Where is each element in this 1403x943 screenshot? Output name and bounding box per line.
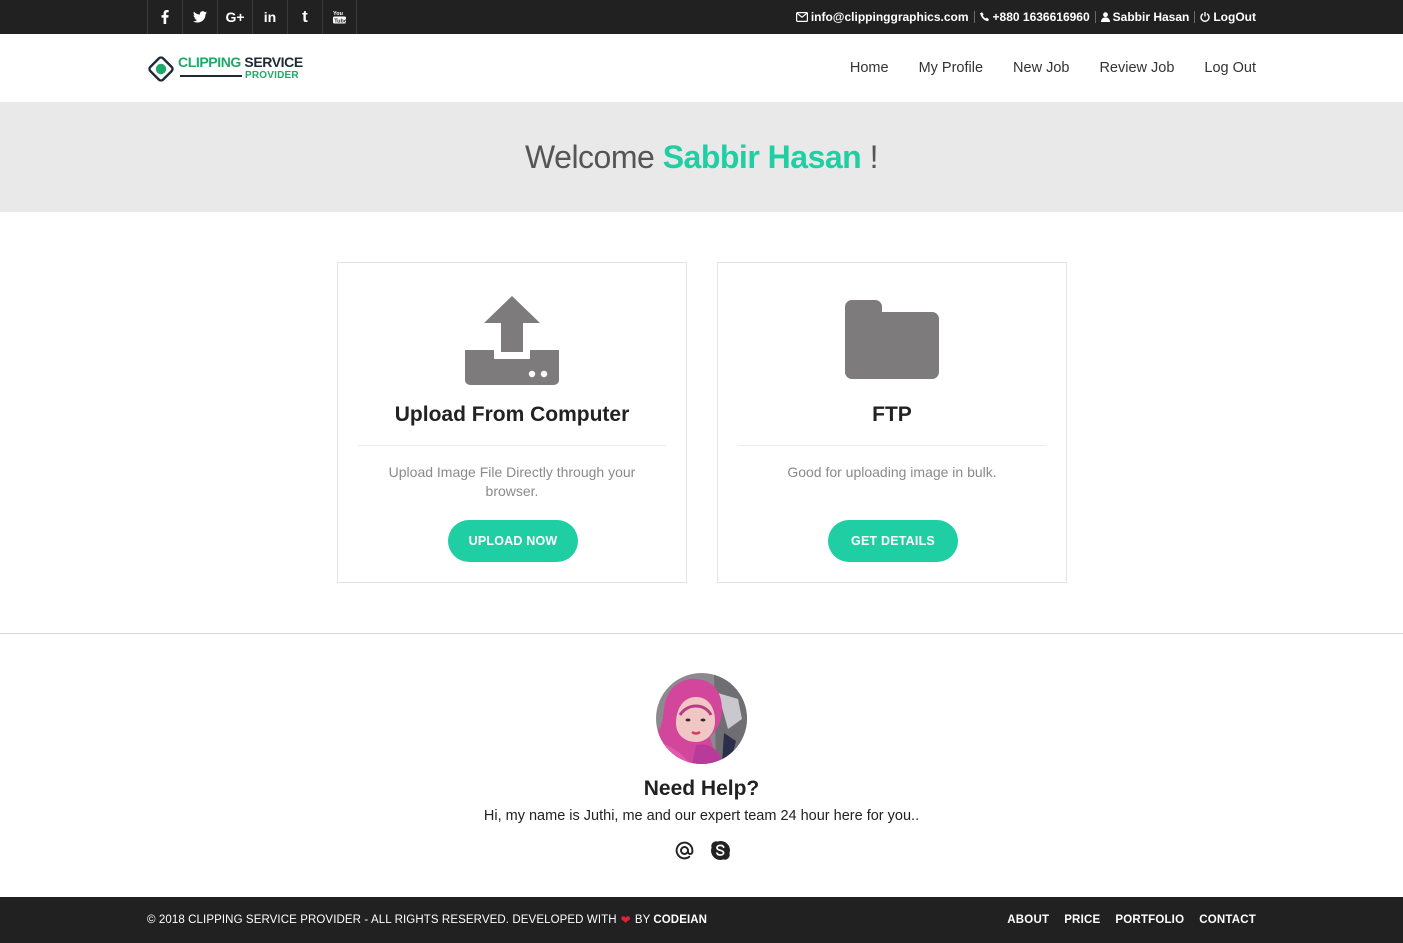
logo-mark-icon [148,56,174,82]
contact-divider [973,11,975,23]
contact-info: info@clippinggraphics.com +880 163661696… [795,0,1256,34]
top-bar: G+ in t You Tube info@clippinggraphics.co… [0,0,1403,34]
main-navbar: CLIPPING SERVICE PROVIDER Home My Profil… [0,34,1403,102]
ftp-card: FTP Good for uploading image in bulk. GE… [717,262,1067,583]
facebook-icon[interactable] [147,0,182,34]
developer-link[interactable]: CODEIAN [653,914,707,926]
skype-icon[interactable] [708,838,732,862]
nav-home[interactable]: Home [850,60,889,76]
help-title: Need Help? [643,777,760,800]
svg-text:You: You [333,11,343,17]
upload-now-button[interactable]: UPLOAD NOW [448,520,578,562]
card-divider [358,445,666,446]
upload-icon [338,296,686,386]
logo-underline [180,75,242,77]
welcome-heading: Welcome Sabbir Hasan ! [525,138,878,175]
contact-divider [1094,11,1096,23]
footer-portfolio-link[interactable]: PORTFOLIO [1115,914,1184,926]
user-icon [1100,12,1110,22]
help-text: Hi, my name is Juthi, me and our expert … [483,808,920,824]
nav-review-job[interactable]: Review Job [1099,60,1174,76]
support-avatar [656,673,747,764]
copyright-text: © 2018 CLIPPING SERVICE PROVIDER - ALL R… [147,913,708,927]
footer-price-link[interactable]: PRICE [1064,914,1100,926]
section-divider [0,633,1403,634]
email-link[interactable]: info@clippinggraphics.com [795,10,969,24]
upload-card-title: Upload From Computer [394,403,630,426]
twitter-icon[interactable] [182,0,217,34]
nav-log-out[interactable]: Log Out [1204,60,1256,76]
footer-links: ABOUT PRICE PORTFOLIO CONTACT [1007,897,1256,943]
upload-card: Upload From Computer Upload Image File D… [337,262,687,583]
welcome-banner: Welcome Sabbir Hasan ! [0,102,1403,212]
card-divider [738,445,1046,446]
ftp-card-title: FTP [872,403,912,426]
help-contact-icons [672,838,732,862]
get-details-button[interactable]: GET DETAILS [828,520,958,562]
phone-link[interactable]: +880 1636616960 [979,10,1090,24]
footer-contact-link[interactable]: CONTACT [1199,914,1256,926]
site-logo[interactable]: CLIPPING SERVICE PROVIDER [147,52,303,86]
footer-about-link[interactable]: ABOUT [1007,914,1049,926]
nav-new-job[interactable]: New Job [1013,60,1069,76]
nav-my-profile[interactable]: My Profile [919,60,983,76]
folder-icon [718,300,1066,380]
upload-card-description: Upload Image File Directly through your … [388,464,636,499]
tumblr-icon[interactable]: t [287,0,322,34]
nav-links: Home My Profile New Job Review Job Log O… [850,34,1256,102]
power-icon [1200,12,1210,22]
svg-text:Tube: Tube [334,18,346,24]
logo-title: CLIPPING SERVICE [178,54,303,70]
welcome-username: Sabbir Hasan [662,138,862,175]
at-icon[interactable] [672,838,696,862]
user-link[interactable]: Sabbir Hasan [1100,10,1189,24]
phone-icon [979,12,989,22]
youtube-icon[interactable]: You Tube [322,0,357,34]
linkedin-icon[interactable]: in [252,0,287,34]
social-links: G+ in t You Tube [147,0,357,34]
logout-link[interactable]: LogOut [1200,10,1256,24]
footer: © 2018 CLIPPING SERVICE PROVIDER - ALL R… [0,897,1403,943]
contact-divider [1194,11,1196,23]
google-plus-icon[interactable]: G+ [217,0,252,34]
ftp-card-description: Good for uploading image in bulk. [787,464,997,480]
logo-subtitle: PROVIDER [245,70,299,81]
envelope-icon [795,12,808,22]
heart-icon: ❤ [620,913,631,927]
